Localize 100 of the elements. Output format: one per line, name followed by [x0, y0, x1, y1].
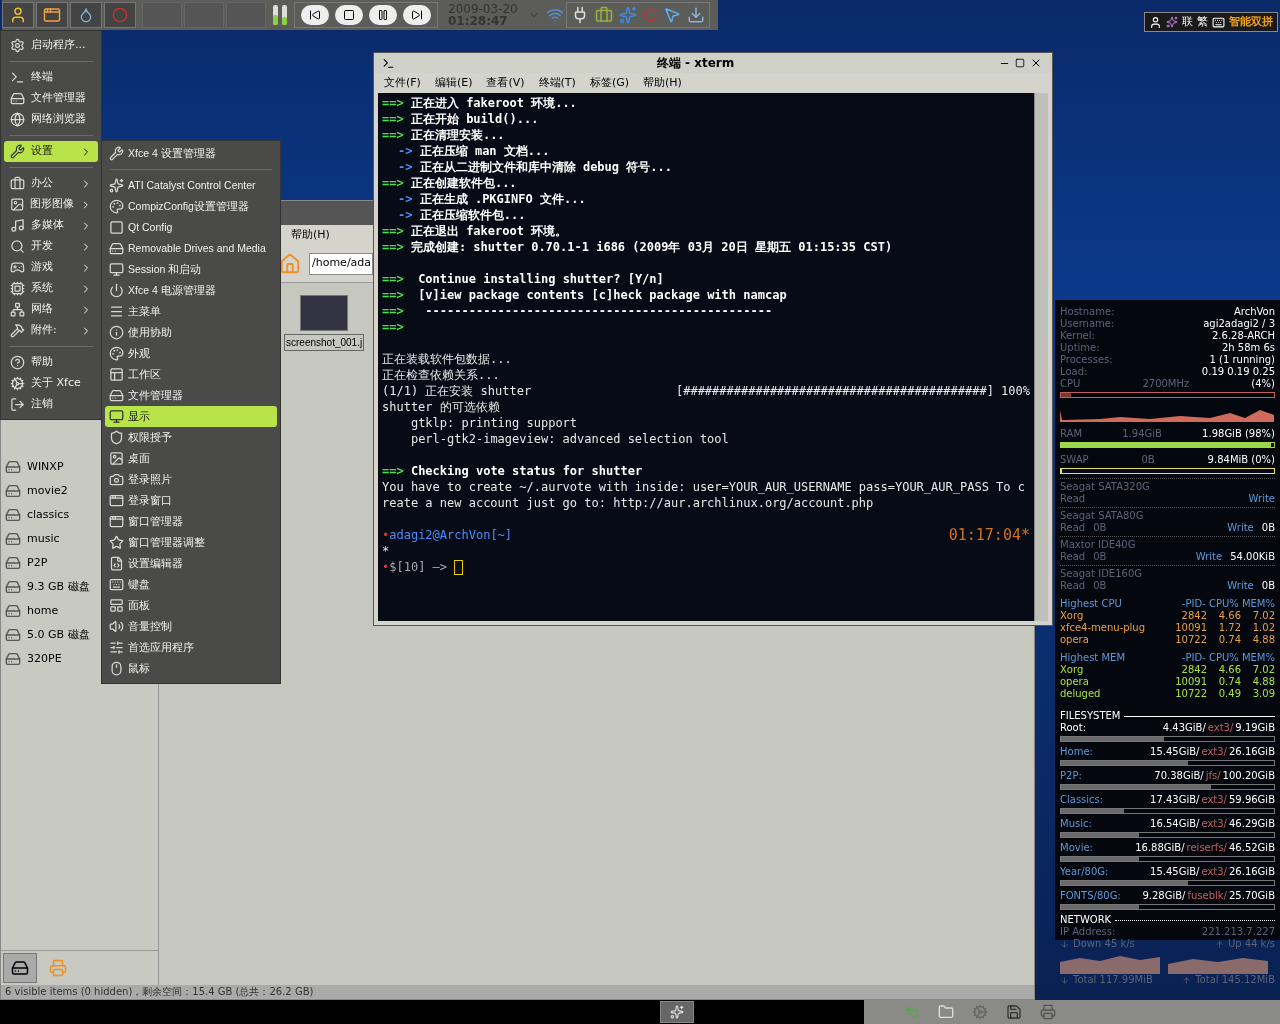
- menu-bar-item[interactable]: 帮助(H): [291, 226, 330, 244]
- stop-button[interactable]: [335, 5, 363, 25]
- sidebar-item[interactable]: classics: [1, 503, 74, 527]
- menu-item[interactable]: 多媒体: [4, 215, 98, 236]
- sidebar-item[interactable]: movie2: [1, 479, 72, 503]
- process-pid: 10722: [1174, 634, 1207, 646]
- drive-icon: [109, 388, 124, 403]
- menu-item[interactable]: 终端: [4, 67, 98, 88]
- menu-item[interactable]: 登录照片: [105, 469, 277, 490]
- sidebar-item[interactable]: music: [1, 527, 64, 551]
- menu-item[interactable]: ATI Catalyst Control Center: [105, 175, 277, 196]
- menu-item[interactable]: 面板: [105, 595, 277, 616]
- ime-toggle[interactable]: 联: [1182, 13, 1193, 31]
- menu-item[interactable]: Removable Drives and Media: [105, 238, 277, 259]
- pause-button[interactable]: [369, 5, 397, 25]
- mount-used: 70.38GiB/: [1154, 770, 1204, 782]
- mount-size: 100.20GiB: [1222, 770, 1275, 782]
- menu-item[interactable]: 音量控制: [105, 616, 277, 637]
- terminal-line: ==> 完成创建: shutter 0.70.1-1 i686 (2009年 03月 20日 星期五 01:15:35 CST): [382, 239, 894, 255]
- drive-icon: [10, 91, 25, 106]
- menu-item[interactable]: 权限授予: [105, 427, 277, 448]
- process-pid: 2842: [1180, 610, 1207, 622]
- menu-item[interactable]: 注销: [4, 394, 98, 415]
- taskbar-button[interactable]: [36, 2, 68, 28]
- menu-item[interactable]: 网络浏览器: [4, 109, 98, 130]
- scrollbar[interactable]: [1034, 93, 1048, 621]
- menu-item[interactable]: 鼠标: [105, 658, 277, 679]
- menu-item[interactable]: 登录窗口: [105, 490, 277, 511]
- menu-bar-item[interactable]: 编辑(E): [434, 74, 473, 92]
- process-cpu: 4.66: [1217, 610, 1241, 622]
- menu-item[interactable]: Qt Config: [105, 217, 277, 238]
- menu-item[interactable]: 使用协助: [105, 322, 277, 343]
- menu-item[interactable]: 网络: [4, 299, 98, 320]
- menu-item[interactable]: 首选应用程序: [105, 637, 277, 658]
- info-value: Up 44 k/s: [1227, 938, 1275, 950]
- drive-view-button[interactable]: [3, 953, 37, 983]
- menu-bar-item[interactable]: 标签(G): [589, 74, 629, 92]
- process-name: Xorg: [1060, 610, 1085, 622]
- menu-item[interactable]: 设置: [4, 141, 98, 162]
- process-mem: 4.88: [1251, 634, 1275, 646]
- launcher-button[interactable]: [660, 1001, 694, 1023]
- menu-item[interactable]: 窗口管理器: [105, 511, 277, 532]
- menu-item[interactable]: 启动程序...: [4, 35, 98, 56]
- ime-mode[interactable]: 智能双拼: [1229, 13, 1273, 31]
- menu-item[interactable]: 显示: [105, 406, 277, 427]
- pointer-icon[interactable]: [662, 6, 681, 24]
- menu-item[interactable]: 图形图像: [4, 194, 98, 215]
- terminal-line: You have to create ~/.aurvote with inside: user=YOUR_AUR_USERNAME pass=YOUR_AUR_PASS To create a new account just go to: http://aur.archlinux.org/account.php: [382, 479, 1026, 511]
- image-thumbnail[interactable]: [300, 295, 349, 331]
- wifi-icon: [545, 6, 564, 24]
- menu-item[interactable]: 办公: [4, 173, 98, 194]
- menu-bar-item[interactable]: 帮助(H): [643, 74, 682, 92]
- home-icon[interactable]: [279, 252, 301, 275]
- sidebar-item[interactable]: home: [1, 599, 63, 623]
- menu-item[interactable]: Xfce 4 电源管理器: [105, 280, 277, 301]
- process-name: deluged: [1060, 688, 1102, 700]
- menu-item[interactable]: 游戏: [4, 257, 98, 278]
- menu-item[interactable]: CompizConfig设置管理器: [105, 196, 277, 217]
- menu-item[interactable]: 桌面: [105, 448, 277, 469]
- prompt-text: •$[10] —>: [382, 559, 449, 575]
- menu-item[interactable]: Session 和启动: [105, 259, 277, 280]
- menu-bar-item[interactable]: 终端(T): [538, 74, 576, 92]
- menu-item[interactable]: 主菜单: [105, 301, 277, 322]
- sidebar-item[interactable]: 5.0 GB 磁盘: [1, 623, 94, 647]
- save-icon[interactable]: [1006, 1004, 1022, 1020]
- menu-item[interactable]: 开发: [4, 236, 98, 257]
- terminal-line: 正在装载软件包数据...: [382, 351, 513, 367]
- menu-item[interactable]: 窗口管理器调整: [105, 532, 277, 553]
- app-menu-button[interactable]: [2, 2, 34, 28]
- ime-toggle[interactable]: 繁: [1197, 13, 1208, 31]
- next-button[interactable]: [403, 5, 431, 25]
- previous-button[interactable]: [301, 5, 329, 25]
- menu-item[interactable]: 文件管理器: [105, 385, 277, 406]
- menu-item[interactable]: 附件:: [4, 320, 98, 341]
- info-label: Write: [1248, 493, 1275, 505]
- menu-item[interactable]: 工作区: [105, 364, 277, 385]
- info-label: Read: [1060, 580, 1086, 592]
- sidebar-item[interactable]: 9.3 GB 磁盘: [1, 575, 94, 599]
- menu-item[interactable]: Xfce 4 设置管理器: [105, 143, 277, 164]
- panel-icon: [109, 598, 124, 613]
- file-name[interactable]: screenshot_001.j: [284, 334, 365, 351]
- menu-item[interactable]: 帮助: [4, 352, 98, 373]
- menu-item[interactable]: 键盘: [105, 574, 277, 595]
- taskbar-button[interactable]: [70, 2, 102, 28]
- menu-bar-item[interactable]: 查看(V): [486, 74, 525, 92]
- menu-item[interactable]: 文件管理器: [4, 88, 98, 109]
- sidebar-item[interactable]: WINXP: [1, 455, 68, 479]
- menu-item[interactable]: 外观: [105, 343, 277, 364]
- drive-icon: [5, 483, 21, 499]
- sidebar-item[interactable]: 320PE: [1, 647, 66, 671]
- menu-item[interactable]: 系统: [4, 278, 98, 299]
- keyboard-icon[interactable]: [1212, 15, 1225, 29]
- download-icon[interactable]: [686, 6, 705, 24]
- sidebar-item[interactable]: P2P: [1, 551, 52, 575]
- menu-item[interactable]: 关于 Xfce: [4, 373, 98, 394]
- menu-bar-item[interactable]: 文件(F): [384, 74, 421, 92]
- terminal-line: ==> Continue installing shutter? [Y/n]: [382, 271, 665, 287]
- symbol-icon[interactable]: [1166, 16, 1178, 28]
- menu-item[interactable]: 设置编辑器: [105, 553, 277, 574]
- location-field[interactable]: /home/ada: [309, 252, 373, 275]
